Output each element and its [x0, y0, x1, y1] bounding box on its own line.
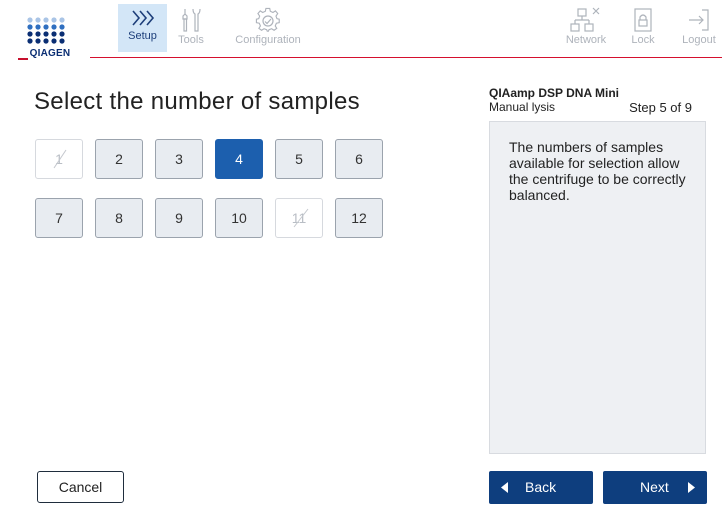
sample-button-12[interactable]: 12	[335, 198, 383, 238]
sample-button-label: 5	[295, 151, 303, 167]
logo-text: QIAGEN	[29, 48, 71, 59]
sample-button-9[interactable]: 9	[155, 198, 203, 238]
back-button[interactable]: Back	[489, 471, 593, 504]
tab-setup[interactable]: Setup	[118, 4, 167, 52]
sample-button-11: 11	[275, 198, 323, 238]
tab-tools-label: Tools	[178, 34, 204, 46]
tools-icon	[182, 8, 201, 32]
logout-icon	[689, 9, 709, 31]
sample-button-label: 3	[175, 151, 183, 167]
top-bar: QIAGEN Setup Tools Configuration Network…	[0, 0, 722, 60]
sample-button-4[interactable]: 4	[215, 139, 263, 179]
tab-tools[interactable]: Tools	[176, 4, 206, 52]
sample-button-label: 12	[351, 210, 367, 226]
header-accent-line	[18, 58, 28, 60]
info-panel: The numbers of samples available for sel…	[489, 121, 706, 454]
info-text: The numbers of samples available for sel…	[509, 139, 686, 203]
sample-button-5[interactable]: 5	[275, 139, 323, 179]
sample-button-label: 2	[115, 151, 123, 167]
sample-button-2[interactable]: 2	[95, 139, 143, 179]
tab-logout[interactable]: Logout	[676, 4, 722, 52]
tab-configuration[interactable]: Configuration	[232, 4, 304, 52]
sample-button-label: 8	[115, 210, 123, 226]
tab-lock-label: Lock	[631, 34, 655, 46]
tab-lock[interactable]: Lock	[630, 4, 656, 52]
sample-button-3[interactable]: 3	[155, 139, 203, 179]
back-button-label: Back	[525, 479, 557, 495]
sample-button-label: 6	[355, 151, 363, 167]
tab-network[interactable]: Network	[562, 4, 610, 52]
triangle-left-icon	[501, 482, 508, 493]
cancel-button[interactable]: Cancel	[37, 471, 124, 503]
next-button-label: Next	[640, 479, 669, 495]
disabled-slash-icon	[53, 149, 67, 169]
page-title: Select the number of samples	[34, 88, 360, 115]
sample-button-7[interactable]: 7	[35, 198, 83, 238]
sample-button-label: 7	[55, 210, 63, 226]
gear-icon	[255, 7, 280, 32]
sample-button-1: 1	[35, 139, 83, 179]
sample-button-label: 9	[175, 210, 183, 226]
chevrons-right-icon	[131, 10, 154, 26]
protocol-subtitle: Manual lysis	[489, 100, 556, 114]
sample-button-10[interactable]: 10	[215, 198, 263, 238]
triangle-right-icon	[688, 482, 695, 493]
qiagen-logo: QIAGEN	[22, 8, 84, 60]
network-icon	[570, 7, 600, 32]
header-divider	[90, 57, 722, 58]
sample-button-label: 4	[235, 151, 243, 167]
lock-icon	[634, 8, 652, 32]
sample-button-6[interactable]: 6	[335, 139, 383, 179]
next-button[interactable]: Next	[603, 471, 707, 504]
cancel-button-label: Cancel	[58, 479, 103, 495]
tab-network-label: Network	[565, 34, 607, 46]
disabled-slash-icon	[293, 208, 309, 228]
logo-dots-icon	[27, 17, 65, 44]
tab-setup-label: Setup	[128, 30, 157, 42]
tab-configuration-label: Configuration	[235, 34, 301, 46]
step-indicator: Step 5 of 9	[629, 100, 692, 115]
protocol-name: QIAamp DSP DNA Mini	[489, 86, 620, 100]
sample-button-label: 10	[231, 210, 247, 226]
sample-button-8[interactable]: 8	[95, 198, 143, 238]
tab-logout-label: Logout	[682, 34, 716, 46]
